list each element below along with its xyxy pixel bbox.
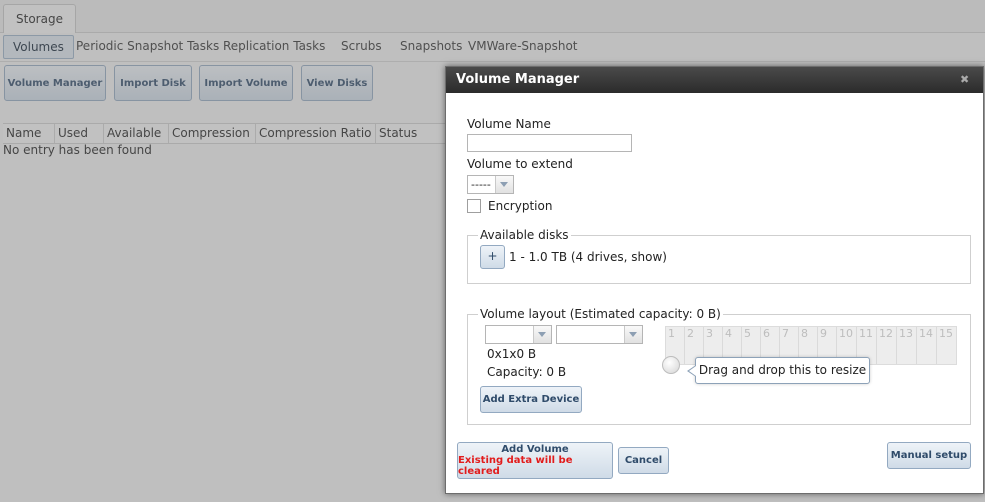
layout-value: 0x1x0 B [487, 347, 537, 361]
resize-tooltip: Drag and drop this to resize [687, 357, 870, 384]
volume-to-extend-label: Volume to extend [467, 157, 573, 171]
layout-type-select[interactable] [485, 325, 552, 344]
dialog-title: Volume Manager [446, 67, 983, 93]
volume-name-input[interactable] [467, 134, 632, 152]
encryption-label: Encryption [488, 199, 553, 213]
volume-layout-legend: Volume layout (Estimated capacity: 0 B) [478, 307, 723, 321]
resize-handle-icon[interactable] [662, 356, 680, 374]
volume-to-extend-value: ----- [471, 178, 491, 191]
chevron-down-icon[interactable] [495, 176, 513, 193]
disk-slot: 14 [917, 327, 937, 364]
capacity-text: Capacity: 0 B [487, 365, 567, 379]
disk-slot: 12 [877, 327, 897, 364]
add-volume-button[interactable]: Add Volume Existing data will be cleared [457, 442, 613, 479]
layout-size-select[interactable] [556, 325, 643, 344]
add-volume-warning: Existing data will be cleared [458, 455, 573, 477]
add-disk-group-button[interactable]: + [480, 245, 505, 269]
encryption-checkbox[interactable] [467, 199, 481, 213]
available-disks-legend: Available disks [478, 228, 571, 242]
add-volume-label: Add Volume [501, 444, 569, 455]
dialog-title-text: Volume Manager [456, 72, 580, 87]
volume-manager-dialog: Volume Manager ✖ Volume Name Volume to e… [445, 66, 984, 494]
chevron-down-icon[interactable] [624, 326, 642, 343]
add-extra-device-button[interactable]: Add Extra Device [480, 386, 582, 413]
close-icon[interactable]: ✖ [960, 74, 971, 85]
disk-slot: 15 [939, 327, 953, 340]
cancel-button[interactable]: Cancel [618, 447, 669, 474]
disk-slot: 13 [897, 327, 917, 364]
manual-setup-button[interactable]: Manual setup [887, 442, 971, 469]
volume-name-label: Volume Name [467, 117, 551, 131]
chevron-down-icon[interactable] [533, 326, 551, 343]
volume-to-extend-select[interactable]: ----- [467, 175, 514, 194]
disk-group-label[interactable]: 1 - 1.0 TB (4 drives, show) [509, 250, 667, 264]
